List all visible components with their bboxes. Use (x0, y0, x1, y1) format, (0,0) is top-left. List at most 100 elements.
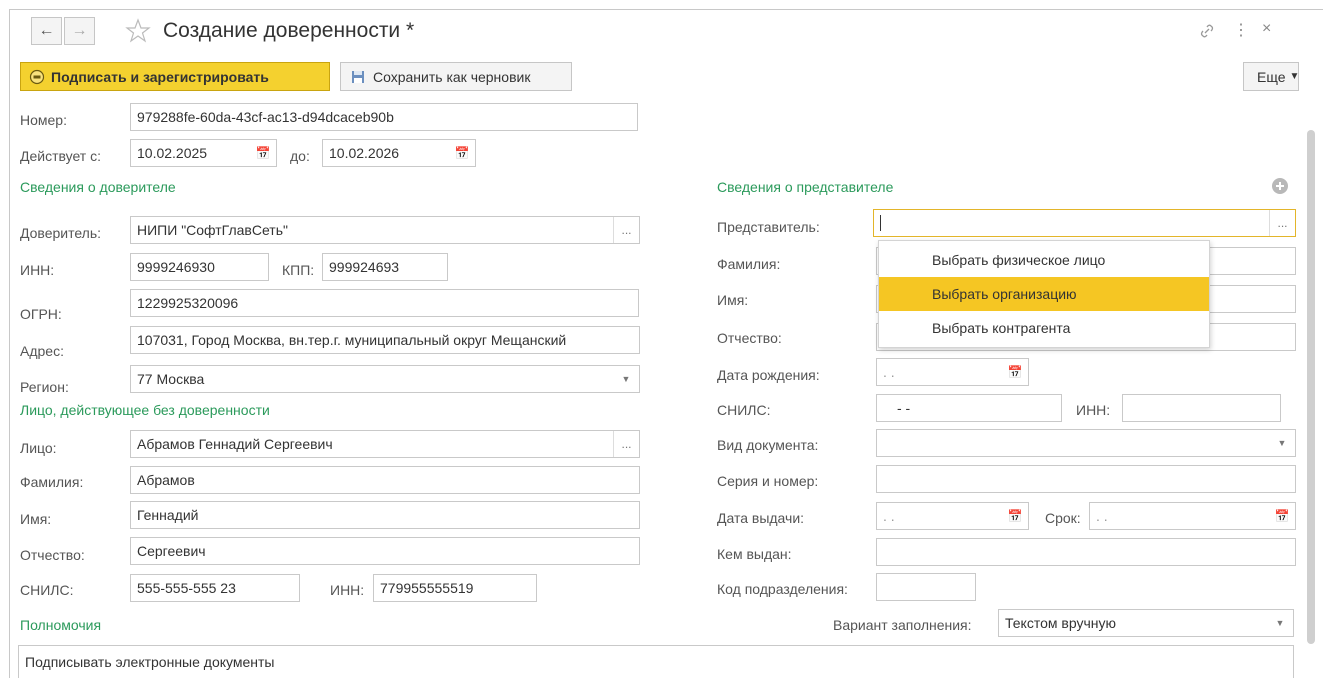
link-icon[interactable] (1198, 22, 1216, 40)
back-button[interactable]: ← (31, 17, 62, 45)
powers-text-area[interactable]: Подписывать электронные документы (18, 645, 1294, 678)
valid-from-label: Действует с: (20, 148, 101, 164)
rep-first-name-label: Имя: (717, 292, 749, 308)
sign-button-label: Подписать и зарегистрировать (51, 68, 269, 85)
number-label: Номер: (20, 112, 67, 128)
rep-snils-field[interactable]: - - (876, 394, 1062, 422)
favorite-star-icon[interactable] (124, 17, 152, 45)
chevron-down-icon[interactable]: ▼ (1269, 430, 1295, 456)
representative-label: Представитель: (717, 219, 820, 235)
principal-section-title: Сведения о доверителе (20, 179, 176, 195)
page-title: Создание доверенности * (163, 19, 415, 42)
more-button[interactable]: Еще ▼ (1243, 62, 1299, 91)
acting-patronymic-field[interactable]: Сергеевич (130, 537, 640, 565)
more-vertical-icon[interactable]: ⋮ (1233, 20, 1249, 40)
sign-icon (29, 69, 45, 85)
person-value: Абрамов Геннадий Сергеевич (137, 436, 333, 452)
principal-region-select[interactable]: 77 Москва ▼ (130, 365, 640, 393)
fill-mode-value: Текстом вручную (1005, 615, 1116, 631)
acting-last-name-field[interactable]: Абрамов (130, 466, 640, 494)
add-circle-icon[interactable] (1271, 177, 1289, 195)
rep-snils-label: СНИЛС: (717, 402, 771, 418)
calendar-icon[interactable]: 📅 (1002, 359, 1028, 385)
save-icon (351, 70, 365, 84)
calendar-icon[interactable]: 📅 (1269, 503, 1295, 529)
valid-to-date-field[interactable]: 10.02.2026 📅 (322, 139, 476, 167)
principal-inn-label: ИНН: (20, 262, 55, 278)
acting-patronymic-label: Отчество: (20, 547, 85, 563)
powers-section-title: Полномочия (20, 617, 102, 633)
acting-first-name-field[interactable]: Геннадий (130, 501, 640, 529)
rep-term-field[interactable]: . . 📅 (1089, 502, 1296, 530)
representative-type-menu: Выбрать физическое лицо Выбрать организа… (878, 240, 1210, 348)
principal-ogrn-field[interactable]: 1229925320096 (130, 289, 639, 317)
scroll-up-icon[interactable] (1308, 114, 1314, 118)
rep-patronymic-label: Отчество: (717, 330, 782, 346)
acting-snils-field[interactable]: 555-555-555 23 (130, 574, 300, 602)
valid-from-date-field[interactable]: 10.02.2025 📅 (130, 139, 277, 167)
more-button-label: Еще (1257, 68, 1286, 85)
close-icon[interactable]: × (1262, 20, 1271, 38)
principal-inn-field[interactable]: 9999246930 (130, 253, 269, 281)
acting-person-section-title: Лицо, действующее без доверенности (20, 402, 270, 418)
calendar-icon[interactable]: 📅 (1002, 503, 1028, 529)
rep-series-field[interactable] (876, 465, 1296, 493)
sign-and-register-button[interactable]: Подписать и зарегистрировать (20, 62, 330, 91)
person-label: Лицо: (20, 440, 57, 456)
person-field[interactable]: Абрамов Геннадий Сергеевич ... (130, 430, 640, 458)
text-cursor (880, 215, 881, 231)
select-ellipsis-icon[interactable]: ... (613, 431, 639, 457)
representative-field[interactable]: ... (873, 209, 1296, 237)
principal-address-field[interactable]: 107031, Город Москва, вн.тер.г. муниципа… (130, 326, 640, 354)
fill-mode-label: Вариант заполнения: (833, 617, 972, 633)
rep-last-name-label: Фамилия: (717, 256, 781, 272)
rep-division-code-field[interactable] (876, 573, 976, 601)
rep-inn-label: ИНН: (1076, 402, 1111, 418)
menu-item-select-individual[interactable]: Выбрать физическое лицо (879, 243, 1209, 277)
save-as-draft-button[interactable]: Сохранить как черновик (340, 62, 572, 91)
arrow-right-icon: → (71, 22, 88, 39)
select-ellipsis-icon[interactable]: ... (1269, 210, 1295, 236)
representative-section-title: Сведения о представителе (717, 179, 894, 195)
chevron-down-icon[interactable]: ▼ (1267, 610, 1293, 636)
fill-mode-select[interactable]: Текстом вручную ▼ (998, 609, 1294, 637)
region-value: 77 Москва (137, 371, 205, 387)
rep-inn-field[interactable] (1122, 394, 1281, 422)
rep-issued-by-field[interactable] (876, 538, 1296, 566)
rep-issued-by-label: Кем выдан: (717, 546, 792, 562)
select-ellipsis-icon[interactable]: ... (613, 217, 639, 243)
principal-label: Доверитель: (20, 225, 102, 241)
number-field[interactable]: 979288fe-60da-43cf-ac13-d94dcaceb90b (130, 103, 638, 131)
valid-from-value: 10.02.2025 (137, 145, 208, 161)
birth-date-value: . . (883, 364, 895, 380)
calendar-icon[interactable]: 📅 (449, 140, 475, 166)
principal-address-label: Адрес: (20, 343, 64, 359)
acting-inn-field[interactable]: 779955555519 (373, 574, 537, 602)
draft-button-label: Сохранить как черновик (373, 68, 531, 85)
forward-button[interactable]: → (64, 17, 95, 45)
rep-doc-type-label: Вид документа: (717, 437, 819, 453)
calendar-icon[interactable]: 📅 (250, 140, 276, 166)
valid-to-label: до: (290, 148, 310, 164)
principal-value: НИПИ "СофтГлавСеть" (137, 222, 288, 238)
arrow-left-icon: ← (38, 22, 55, 39)
principal-ogrn-label: ОГРН: (20, 306, 62, 322)
acting-last-name-label: Фамилия: (20, 474, 84, 490)
principal-kpp-field[interactable]: 999924693 (322, 253, 448, 281)
vertical-scrollbar[interactable] (1307, 130, 1315, 644)
rep-division-code-label: Код подразделения: (717, 581, 848, 597)
rep-series-label: Серия и номер: (717, 473, 819, 489)
rep-birth-date-field[interactable]: . . 📅 (876, 358, 1029, 386)
rep-birth-date-label: Дата рождения: (717, 367, 820, 383)
rep-issue-date-label: Дата выдачи: (717, 510, 805, 526)
principal-kpp-label: КПП: (282, 262, 315, 278)
principal-field[interactable]: НИПИ "СофтГлавСеть" ... (130, 216, 640, 244)
acting-first-name-label: Имя: (20, 511, 52, 527)
rep-doc-type-select[interactable]: ▼ (876, 429, 1296, 457)
valid-to-value: 10.02.2026 (329, 145, 400, 161)
chevron-down-icon[interactable]: ▼ (613, 366, 639, 392)
rep-term-label: Срок: (1045, 510, 1081, 526)
menu-item-select-organization[interactable]: Выбрать организацию (879, 277, 1209, 311)
rep-issue-date-field[interactable]: . . 📅 (876, 502, 1029, 530)
menu-item-select-counterparty[interactable]: Выбрать контрагента (879, 311, 1209, 345)
